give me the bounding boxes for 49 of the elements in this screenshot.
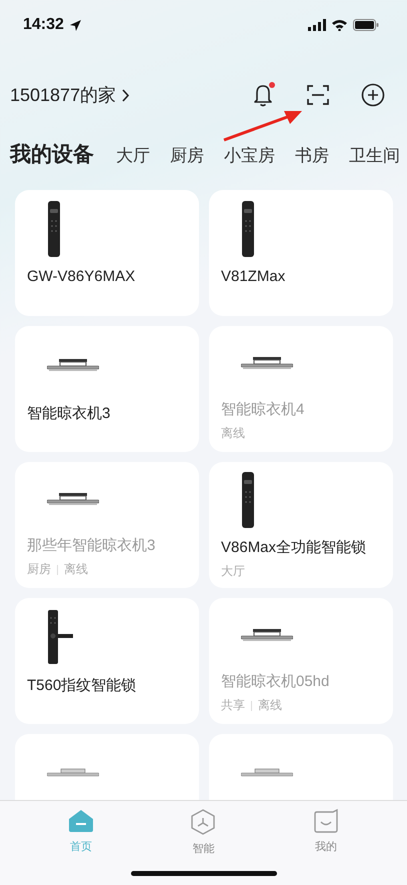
add-icon[interactable] xyxy=(361,83,385,107)
device-card[interactable]: GW-V86Y6MAX xyxy=(15,190,199,316)
device-status: 离线 xyxy=(64,561,88,578)
home-icon[interactable] xyxy=(68,809,94,833)
device-card[interactable]: 智能晾衣机3 xyxy=(15,326,199,452)
device-name: 智能晾衣机3 xyxy=(27,404,112,423)
room-tab[interactable]: 小宝房 xyxy=(224,144,285,167)
smart-lock-drawing xyxy=(241,201,255,257)
room-tab[interactable]: 卫生间 xyxy=(349,144,407,167)
device-name: V81ZMax xyxy=(221,268,286,285)
notification-button[interactable] xyxy=(251,82,275,108)
home-selector[interactable]: 1501877的家 xyxy=(10,83,130,107)
device-card[interactable]: T560指纹智能锁 xyxy=(15,598,199,724)
signal-icon xyxy=(308,19,326,31)
smile-face-icon[interactable] xyxy=(312,809,339,833)
room-tab[interactable]: 大厅 xyxy=(116,144,160,167)
device-name: 智能晾衣机4 xyxy=(221,400,306,419)
scan-icon[interactable] xyxy=(307,85,329,105)
room-tab[interactable]: 书房 xyxy=(295,144,339,167)
device-name: V86Max全功能智能锁 xyxy=(221,538,368,557)
device-name: GW-V86Y6MAX xyxy=(27,268,136,285)
clothes-hanger-drawing xyxy=(241,628,293,642)
device-status: 厨房 xyxy=(27,561,51,578)
device-name: 智能晾衣机05hd xyxy=(221,672,330,691)
device-status: 大厅 xyxy=(221,563,245,580)
device-name: T560指纹智能锁 xyxy=(27,676,138,695)
device-status: 离线 xyxy=(258,697,282,714)
smart-lock-drawing xyxy=(47,201,61,257)
device-name: 那些年智能晾衣机3 xyxy=(27,536,156,555)
device-status: 共享 xyxy=(221,697,245,714)
clothes-hanger-drawing xyxy=(241,356,293,370)
clothes-hanger-drawing xyxy=(241,768,293,778)
room-tab[interactable]: 厨房 xyxy=(170,144,214,167)
smart-lock-drawing xyxy=(241,472,255,528)
status-time: 14:32 xyxy=(23,16,64,34)
hexagon-icon[interactable] xyxy=(190,809,216,835)
clothes-hanger-drawing xyxy=(47,768,99,778)
wifi-icon xyxy=(331,19,348,31)
device-status: 离线 xyxy=(221,425,245,442)
device-card[interactable]: V86Max全功能智能锁 大厅 xyxy=(209,462,393,588)
chevron-right-icon xyxy=(122,88,130,102)
door-lock-drawing xyxy=(47,610,73,664)
location-arrow-icon xyxy=(68,18,82,32)
bell-icon xyxy=(253,83,273,107)
device-card[interactable]: V81ZMax xyxy=(209,190,393,316)
room-tab[interactable]: 我的设备 xyxy=(10,140,104,168)
clothes-hanger-drawing xyxy=(47,492,99,506)
battery-icon xyxy=(353,19,379,31)
clothes-hanger-drawing xyxy=(47,358,99,372)
